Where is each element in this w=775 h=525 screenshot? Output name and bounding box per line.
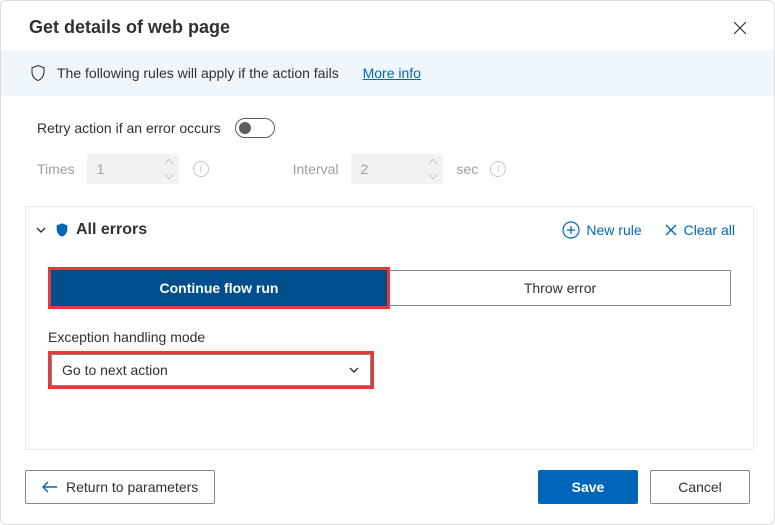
chevron-down-icon[interactable] xyxy=(34,223,48,237)
chevron-down-icon[interactable] xyxy=(159,169,179,184)
retry-toggle[interactable] xyxy=(235,118,275,138)
retry-label: Retry action if an error occurs xyxy=(37,120,221,136)
close-icon xyxy=(664,223,678,237)
times-input[interactable]: 1 xyxy=(87,154,179,184)
errors-title: All errors xyxy=(76,221,147,239)
mode-label: Exception handling mode xyxy=(48,329,731,345)
segment-throw[interactable]: Throw error xyxy=(390,271,730,305)
shield-icon xyxy=(54,222,70,238)
chevron-down-icon xyxy=(348,364,360,376)
retry-params: Times 1 i Interval 2 sec i xyxy=(1,152,774,202)
retry-row: Retry action if an error occurs xyxy=(1,96,774,152)
interval-label: Interval xyxy=(293,161,339,177)
close-button[interactable] xyxy=(730,18,750,38)
arrow-left-icon xyxy=(42,481,58,493)
new-rule-label: New rule xyxy=(586,222,641,238)
banner-text: The following rules will apply if the ac… xyxy=(57,65,339,81)
chevron-down-icon[interactable] xyxy=(423,169,443,184)
dialog: Get details of web page The following ru… xyxy=(0,0,775,525)
mode-value: Go to next action xyxy=(62,362,168,378)
dialog-footer: Return to parameters Save Cancel xyxy=(1,450,774,524)
interval-unit: sec xyxy=(457,161,479,177)
toggle-knob xyxy=(239,122,251,134)
segmented-control-wrapper: Continue flow run Throw error xyxy=(48,267,731,309)
plus-circle-icon xyxy=(562,221,580,239)
new-rule-button[interactable]: New rule xyxy=(562,221,641,239)
clear-all-button[interactable]: Clear all xyxy=(664,222,735,238)
chevron-up-icon[interactable] xyxy=(423,154,443,169)
info-icon[interactable]: i xyxy=(193,161,209,177)
cancel-button[interactable]: Cancel xyxy=(650,470,750,504)
dialog-title: Get details of web page xyxy=(29,17,230,38)
return-label: Return to parameters xyxy=(66,479,198,495)
errors-header: All errors New rule Clear all xyxy=(26,207,753,253)
shield-icon xyxy=(29,64,47,82)
more-info-link[interactable]: More info xyxy=(363,65,421,81)
interval-input[interactable]: 2 xyxy=(351,154,443,184)
info-icon[interactable]: i xyxy=(490,161,506,177)
errors-section: All errors New rule Clear all Continue f… xyxy=(25,206,754,450)
return-button[interactable]: Return to parameters xyxy=(25,470,215,504)
times-label: Times xyxy=(37,161,75,177)
times-value: 1 xyxy=(97,161,105,177)
info-banner: The following rules will apply if the ac… xyxy=(1,50,774,96)
interval-stepper[interactable] xyxy=(423,154,443,184)
times-stepper[interactable] xyxy=(159,154,179,184)
mode-dropdown[interactable]: Go to next action xyxy=(51,354,371,386)
save-button[interactable]: Save xyxy=(538,470,638,504)
clear-all-label: Clear all xyxy=(684,222,735,238)
chevron-up-icon[interactable] xyxy=(159,154,179,169)
dialog-header: Get details of web page xyxy=(1,1,774,50)
segment-continue[interactable]: Continue flow run xyxy=(51,270,387,306)
close-icon xyxy=(733,21,747,35)
interval-value: 2 xyxy=(361,161,369,177)
